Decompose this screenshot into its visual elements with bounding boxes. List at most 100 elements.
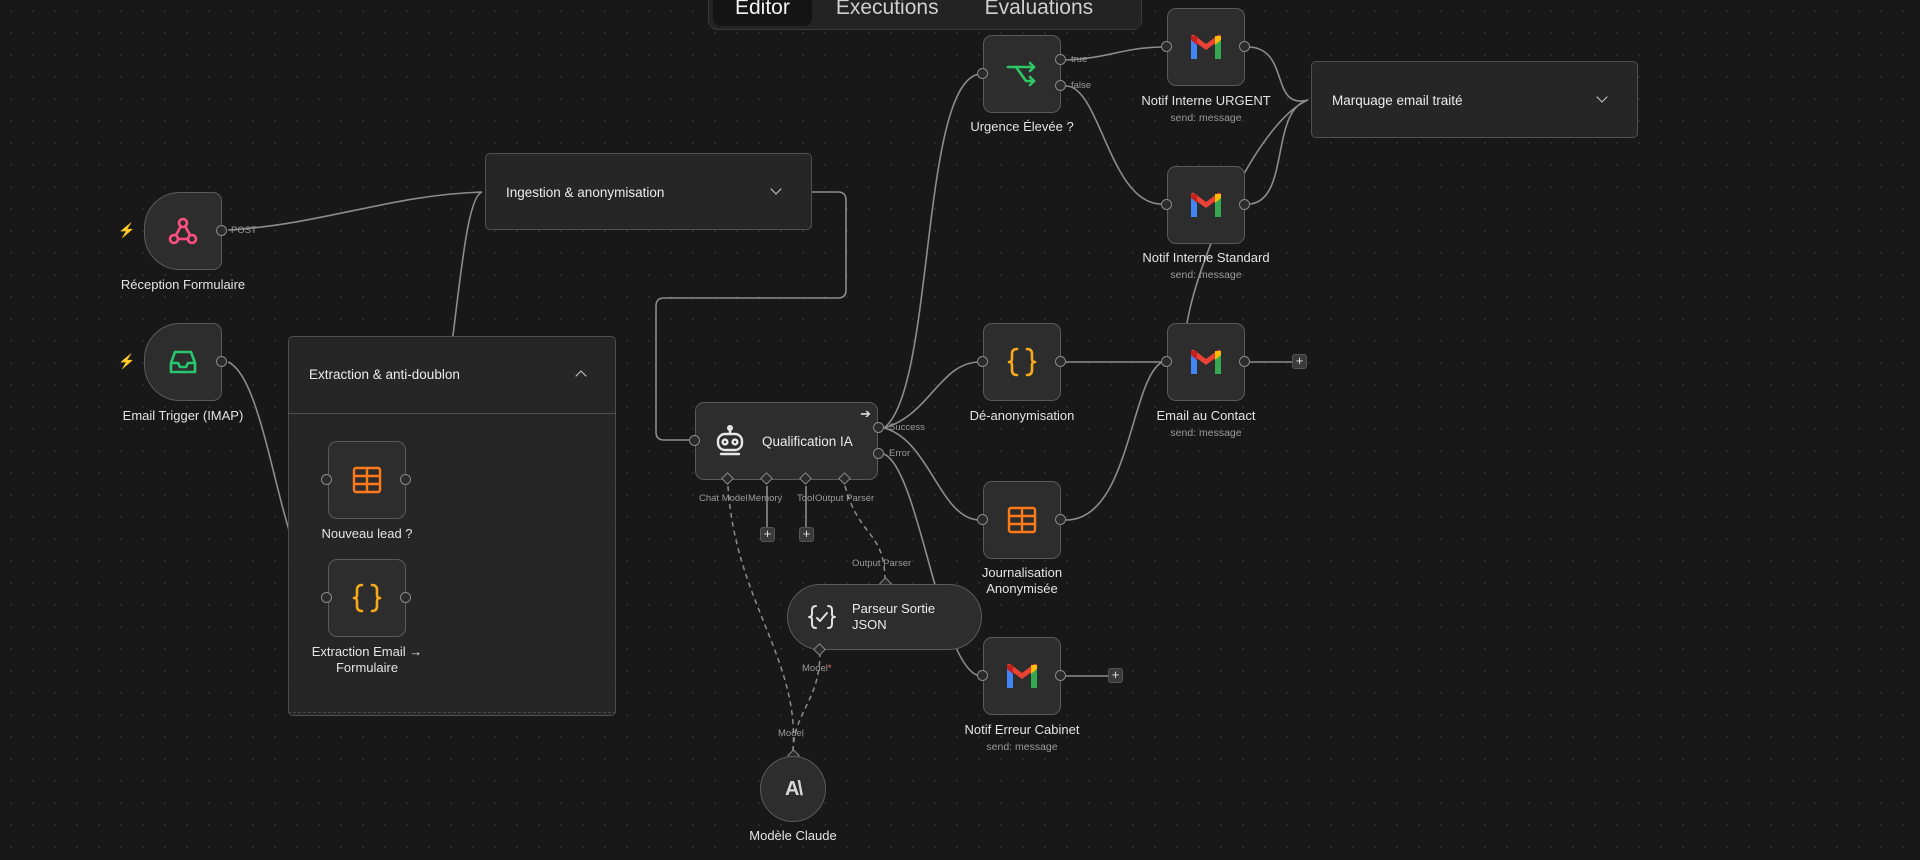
add-tool-button[interactable]: + [799,527,814,542]
node-journalisation[interactable] [983,481,1061,559]
group-ingestion-title: Ingestion & anonymisation [506,185,665,200]
port-label-model: Model [778,728,804,739]
input-port[interactable] [977,356,988,367]
if-branch-icon [1006,61,1036,87]
input-port[interactable] [1161,199,1172,210]
node-label: Notif Erreur Cabinet [964,722,1080,737]
input-port[interactable] [1161,41,1172,52]
output-port[interactable] [216,356,227,367]
node-label: Parseur Sortie JSON [852,601,936,632]
output-port-error[interactable] [873,448,884,459]
input-port[interactable] [321,474,332,485]
node-notif-erreur[interactable] [983,637,1061,715]
node-label: Email Trigger (IMAP) [122,408,244,423]
output-port[interactable] [1055,356,1066,367]
output-port[interactable] [400,474,411,485]
group-extraction-title: Extraction & anti-doublon [309,367,460,382]
sheets-icon [1007,506,1037,534]
output-port-success[interactable] [873,422,884,433]
input-port[interactable] [1161,356,1172,367]
tab-editor[interactable]: Editor [713,0,812,26]
output-port[interactable] [1055,670,1066,681]
tab-executions[interactable]: Executions [814,0,961,26]
node-label: Urgence Élevée ? [970,119,1074,134]
node-label: Extraction Email → Formulaire [311,644,423,675]
node-subtitle: send: message [1170,112,1242,124]
output-port[interactable] [1239,356,1250,367]
node-label: Qualification IA [762,433,853,449]
node-urgence-elevee[interactable] [983,35,1061,113]
port-label-tool: Tool [797,493,815,504]
output-port[interactable] [216,225,227,236]
port-label-model-text: Model [802,663,828,674]
node-nouveau-lead[interactable] [328,441,406,519]
edge-success-journal [883,427,981,521]
output-port[interactable] [1239,41,1250,52]
webhook-icon [168,217,198,245]
tab-evaluations[interactable]: Evaluations [963,0,1116,26]
trigger-bolt-icon: ⚡ [118,353,136,369]
required-mark: * [827,663,832,674]
node-email-trigger[interactable] [144,323,222,401]
port-label-chat-model: Chat Model [699,493,748,504]
code-braces-icon [1007,347,1037,377]
add-memory-button[interactable]: + [760,527,775,542]
chevron-up-icon[interactable] [575,370,587,382]
output-port[interactable] [400,592,411,603]
port-label-output-parser: Output Parser [815,493,875,504]
code-braces-icon [352,583,382,613]
node-extraction-email[interactable] [328,559,406,637]
node-label: Modèle Claude [749,828,837,843]
node-modele-claude[interactable]: A\ [760,756,826,822]
gmail-icon [1191,192,1221,217]
group-marquage-title: Marquage email traité [1332,93,1463,108]
node-email-contact[interactable] [1167,323,1245,401]
sheets-icon [352,466,382,494]
chevron-down-icon[interactable] [1596,91,1608,103]
json-parser-icon [808,605,836,629]
port-label-error: Error [889,448,911,459]
input-port[interactable] [977,670,988,681]
node-parseur-json[interactable]: Parseur Sortie JSON [787,584,982,650]
add-node-button[interactable]: + [1108,668,1123,683]
input-port[interactable] [977,514,988,525]
node-label: Notif Interne URGENT [1141,93,1271,108]
input-port[interactable] [321,592,332,603]
node-qualification-ia[interactable]: Qualification IA ➔ [695,402,878,480]
gmail-icon [1007,663,1037,688]
group-ingestion[interactable]: Ingestion & anonymisation [485,153,812,230]
output-port[interactable] [1239,199,1250,210]
input-port[interactable] [977,68,988,79]
node-deanonymisation[interactable] [983,323,1061,401]
group-divider [289,413,615,414]
group-marquage[interactable]: Marquage email traité [1311,61,1638,138]
port-label-output-parser: Output Parser [852,558,912,569]
input-port[interactable] [689,435,700,446]
add-node-button[interactable]: + [1292,354,1307,369]
output-port-true[interactable] [1055,54,1066,65]
port-label-post: POST [231,225,257,236]
edge-reception-ingestion [227,191,483,231]
node-label: Dé-anonymisation [969,408,1075,423]
port-label-success: Success [889,422,925,433]
node-subtitle: send: message [1170,427,1242,439]
node-notif-standard[interactable] [1167,166,1245,244]
node-label: Notif Interne Standard [1142,250,1270,265]
chevron-down-icon[interactable] [770,183,782,195]
node-label: Réception Formulaire [120,277,246,292]
node-notif-urgent[interactable] [1167,8,1245,86]
node-subtitle: send: message [1170,269,1242,281]
node-label: Journalisation Anonymisée [981,565,1063,596]
port-label-memory: Memory [748,493,783,504]
port-label-false: false [1071,80,1092,91]
robot-icon [716,425,744,456]
output-port-false[interactable] [1055,80,1066,91]
node-label: Email au Contact [1156,408,1256,423]
output-port[interactable] [1055,514,1066,525]
node-reception-formulaire[interactable] [144,192,222,270]
port-label-model: Model* [802,663,832,674]
trigger-bolt-icon: ⚡ [118,222,136,238]
port-label-true: true [1071,54,1088,65]
anthropic-icon: A\ [785,777,803,800]
gmail-icon [1191,34,1221,59]
